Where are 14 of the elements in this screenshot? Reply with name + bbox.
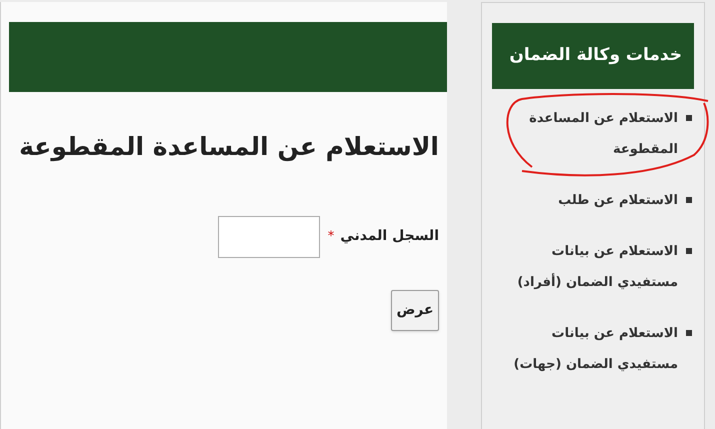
sidebar-link[interactable]: الاستعلام عن بيانات مستفيدي الضمان (أفراد) [500, 236, 678, 298]
bullet-icon [686, 330, 692, 336]
show-button[interactable]: عرض [391, 290, 439, 330]
sidebar-link[interactable]: الاستعلام عن المساعدة المقطوعة [500, 103, 678, 165]
field-label: السجل المدني [340, 227, 439, 246]
required-mark: * [328, 228, 334, 246]
sidebar-link[interactable]: الاستعلام عن طلب [500, 185, 678, 216]
page-title: الاستعلام عن المساعدة المقطوعة [18, 131, 439, 164]
sidebar-link[interactable]: الاستعلام عن بيانات مستفيدي الضمان (جهات) [500, 318, 678, 380]
bullet-icon [686, 115, 692, 121]
civil-record-field[interactable] [218, 216, 320, 258]
bullet-icon [686, 248, 692, 254]
sidebar-title: خدمات وكالة الضمان [509, 44, 682, 68]
bullet-icon [686, 197, 692, 203]
